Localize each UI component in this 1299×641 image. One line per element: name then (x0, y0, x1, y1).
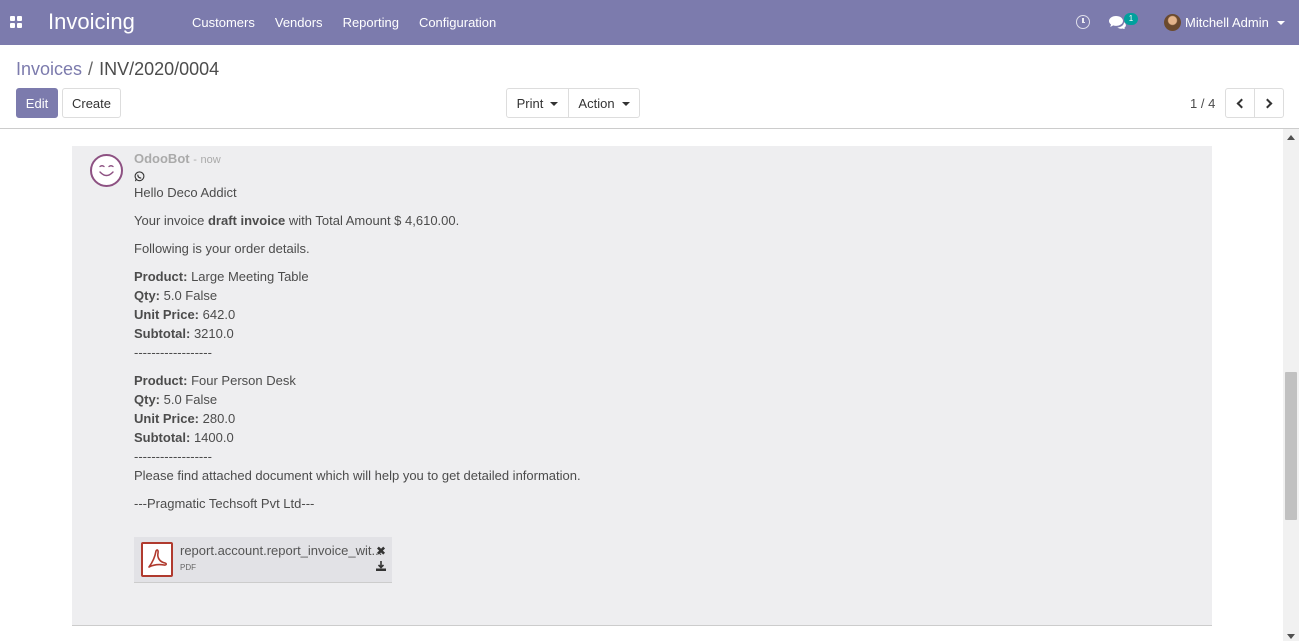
scroll-down-arrow-icon[interactable] (1287, 634, 1295, 639)
pager-previous-button[interactable] (1225, 88, 1255, 118)
signature-line: ---Pragmatic Techsoft Pvt Ltd--- (134, 496, 315, 511)
breadcrumb-separator: / (88, 59, 94, 79)
closing-line: Please find attached document which will… (134, 468, 581, 483)
breadcrumb-current: INV/2020/0004 (99, 59, 220, 79)
chat-badge: 1 (1124, 13, 1138, 25)
menu-vendors[interactable]: Vendors (265, 0, 333, 45)
vertical-scrollbar[interactable] (1283, 129, 1299, 641)
chevron-down-icon (621, 101, 630, 106)
message-header: OdooBot - now (134, 151, 1184, 166)
top-navbar: Invoicing Customers Vendors Reporting Co… (0, 0, 1299, 45)
chevron-down-icon (550, 101, 559, 106)
attachment-card[interactable]: report.account.report_invoice_wit... PDF… (134, 537, 392, 583)
create-label: Create (71, 95, 112, 111)
product-line: Product: Large Meeting Table (134, 269, 309, 284)
action-label: Action (578, 95, 615, 111)
unit-price-line: Unit Price: 280.0 (134, 411, 236, 426)
menu-configuration[interactable]: Configuration (409, 0, 506, 45)
invoice-line: Your invoice draft invoice with Total Am… (134, 213, 460, 228)
chevron-right-icon (1262, 98, 1273, 108)
greeting: Hello Deco Addict (134, 185, 237, 200)
create-button[interactable]: Create (62, 88, 121, 118)
unit-price-line: Unit Price: 642.0 (134, 307, 236, 322)
divider-line: ------------------ (134, 449, 212, 464)
action-dropdown[interactable]: Action (568, 88, 640, 118)
print-label: Print (516, 95, 544, 111)
pager-next-button[interactable] (1254, 88, 1284, 118)
attachment-extension: PDF (180, 563, 196, 572)
chatter-scroll-area: OdooBot - now Hello Deco Addict Your inv… (0, 129, 1299, 641)
edit-button[interactable]: Edit (16, 88, 58, 118)
qty-line: Qty: 5.0 False (134, 288, 218, 303)
qty-line: Qty: 5.0 False (134, 392, 218, 407)
product-line: Product: Four Person Desk (134, 373, 296, 388)
smiley-icon (99, 165, 114, 177)
subtotal-line: Subtotal: 1400.0 (134, 430, 234, 445)
message: OdooBot - now Hello Deco Addict Your inv… (134, 151, 1184, 513)
chevron-left-icon (1236, 98, 1247, 108)
breadcrumb-invoices[interactable]: Invoices (16, 59, 82, 80)
subtotal-line: Subtotal: 3210.0 (134, 326, 234, 341)
odoobot-avatar[interactable] (90, 154, 123, 187)
menu-reporting[interactable]: Reporting (333, 0, 409, 45)
author-date-separator: - (193, 154, 197, 166)
clock-icon[interactable] (1076, 15, 1090, 29)
user-menu[interactable]: Mitchell Admin (1164, 0, 1285, 45)
apps-grid-icon[interactable] (10, 16, 22, 28)
user-name: Mitchell Admin (1185, 15, 1269, 30)
main-menu: Customers Vendors Reporting Configuratio… (182, 0, 506, 45)
download-icon[interactable] (376, 561, 386, 571)
attachment-name[interactable]: report.account.report_invoice_wit... (180, 543, 382, 558)
divider-line: ------------------ (134, 345, 212, 360)
message-author[interactable]: OdooBot (134, 151, 190, 166)
chevron-down-icon (1276, 21, 1285, 25)
message-body: Hello Deco Addict Your invoice draft inv… (134, 183, 1184, 513)
print-dropdown[interactable]: Print (506, 88, 569, 118)
whatsapp-icon (134, 171, 145, 182)
app-brand[interactable]: Invoicing (48, 9, 135, 35)
edit-label: Edit (25, 95, 49, 111)
menu-customers[interactable]: Customers (182, 0, 265, 45)
message-date: now (200, 154, 221, 166)
close-icon[interactable]: ✖ (376, 544, 386, 558)
details-intro: Following is your order details. (134, 241, 310, 256)
scroll-up-arrow-icon[interactable] (1287, 135, 1295, 140)
avatar (1164, 14, 1181, 31)
scrollbar-thumb[interactable] (1285, 372, 1297, 520)
pager-value[interactable]: 1 / 4 (1190, 96, 1215, 111)
pdf-icon (141, 542, 173, 577)
breadcrumb: Invoices / INV/2020/0004 (16, 59, 219, 80)
